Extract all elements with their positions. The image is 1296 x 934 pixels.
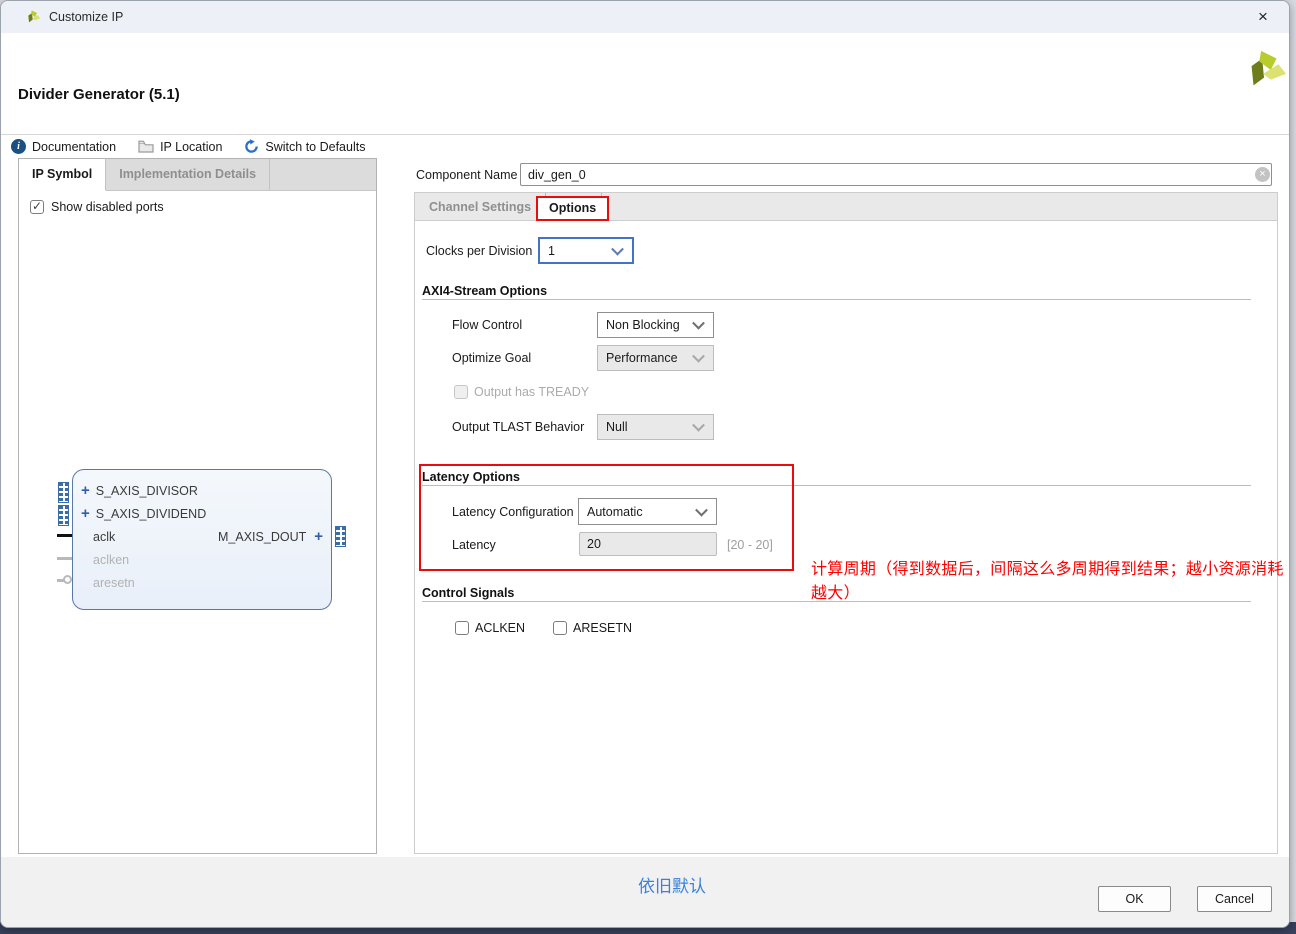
- show-disabled-ports-checkbox[interactable]: [30, 200, 44, 214]
- component-name-label: Component Name: [416, 168, 517, 182]
- output-tlast-behavior-select: Null: [597, 414, 714, 440]
- tab-implementation-details[interactable]: Implementation Details: [106, 159, 270, 190]
- output-tlast-behavior-label: Output TLAST Behavior: [452, 420, 584, 434]
- optimize-goal-select: Performance: [597, 345, 714, 371]
- chevron-down-icon: [692, 419, 705, 432]
- section-divider: [422, 601, 1251, 602]
- port-label: M_AXIS_DOUT: [218, 530, 306, 544]
- switch-to-defaults-label: Switch to Defaults: [265, 140, 365, 154]
- cancel-button[interactable]: Cancel: [1197, 886, 1272, 912]
- footer-annotation: 依旧默认: [638, 872, 706, 897]
- toolbar: i Documentation IP Location Switch to De…: [11, 139, 365, 154]
- axi4-section-title: AXI4-Stream Options: [422, 284, 547, 298]
- expand-icon[interactable]: +: [81, 504, 90, 524]
- tab-ip-symbol[interactable]: IP Symbol: [19, 159, 106, 191]
- control-signals-section-title: Control Signals: [422, 586, 514, 600]
- output-has-tready-row: Output has TREADY: [454, 385, 589, 399]
- show-disabled-ports-row: Show disabled ports: [30, 200, 164, 214]
- annotation-text-line1: 计算周期（得到数据后，间隔这么多周期得到结果；越小资源消耗: [811, 555, 1284, 579]
- port-row: aclken: [79, 549, 325, 571]
- documentation-button[interactable]: i Documentation: [11, 139, 116, 154]
- ok-button[interactable]: OK: [1098, 886, 1171, 912]
- aresetn-label: ARESETN: [573, 621, 632, 635]
- chevron-down-icon: [611, 242, 624, 255]
- expand-icon[interactable]: +: [81, 481, 90, 501]
- clear-icon[interactable]: ×: [1255, 167, 1270, 182]
- optimize-goal-value: Performance: [606, 351, 678, 365]
- ip-symbol-diagram: + S_AXIS_DIVISOR + S_AXIS_DIVIDEND aclk …: [55, 459, 365, 619]
- ip-location-label: IP Location: [160, 140, 222, 154]
- folder-icon: [138, 140, 154, 153]
- port-row: aresetn: [79, 572, 325, 594]
- port-row: M_AXIS_DOUT +: [79, 526, 325, 548]
- port-row: + S_AXIS_DIVISOR: [79, 480, 325, 502]
- dialog-header: Divider Generator (5.1) i Documentation …: [1, 33, 1289, 135]
- clocks-per-division-select[interactable]: 1: [538, 237, 634, 264]
- xilinx-logo-icon: [25, 9, 41, 25]
- aresetn-reset-icon: [57, 575, 72, 585]
- clock-port-icon: [57, 534, 72, 537]
- page-title: Divider Generator (5.1): [18, 86, 180, 103]
- aresetn-row: ARESETN: [553, 621, 632, 635]
- axi-bus-icon-divisor: [58, 482, 69, 503]
- port-label: S_AXIS_DIVIDEND: [96, 507, 206, 521]
- aclken-row: ACLKEN: [455, 621, 525, 635]
- component-name-input[interactable]: div_gen_0: [520, 163, 1272, 186]
- ip-block: + S_AXIS_DIVISOR + S_AXIS_DIVIDEND aclk …: [72, 469, 332, 610]
- tab-channel-settings[interactable]: Channel Settings: [415, 193, 546, 221]
- dialog-footer: 依旧默认 OK Cancel: [1, 857, 1289, 928]
- customize-ip-dialog: Customize IP × Divider Generator (5.1) i…: [0, 0, 1290, 928]
- port-label: S_AXIS_DIVISOR: [96, 484, 198, 498]
- clocks-per-division-label: Clocks per Division: [426, 244, 532, 258]
- flow-control-value: Non Blocking: [606, 318, 680, 332]
- documentation-label: Documentation: [32, 140, 116, 154]
- aclken-checkbox[interactable]: [455, 621, 469, 635]
- left-tab-strip: IP Symbol Implementation Details: [19, 159, 376, 191]
- section-divider: [422, 299, 1251, 300]
- optimize-goal-label: Optimize Goal: [452, 351, 531, 365]
- latency-highlight-annotation: [419, 464, 794, 571]
- title-bar: Customize IP ×: [1, 1, 1289, 34]
- component-name-value: div_gen_0: [528, 168, 586, 182]
- chevron-down-icon: [692, 317, 705, 330]
- expand-icon[interactable]: +: [314, 527, 323, 547]
- aclken-label: ACLKEN: [475, 621, 525, 635]
- output-tlast-behavior-value: Null: [606, 420, 628, 434]
- annotation-text-line2: 越大）: [811, 579, 860, 603]
- switch-to-defaults-button[interactable]: Switch to Defaults: [244, 139, 365, 154]
- ip-symbol-panel: IP Symbol Implementation Details Show di…: [18, 158, 377, 854]
- clocks-per-division-value: 1: [548, 244, 555, 258]
- xilinx-logo: [1242, 47, 1288, 93]
- chevron-down-icon: [692, 350, 705, 363]
- output-has-tready-label: Output has TREADY: [474, 385, 589, 399]
- port-label: aresetn: [93, 576, 135, 590]
- aclken-port-icon: [57, 557, 72, 560]
- flow-control-label: Flow Control: [452, 318, 522, 332]
- tab-options[interactable]: Options: [536, 196, 609, 221]
- axi-bus-icon-dividend: [58, 505, 69, 526]
- axi-bus-icon-dout: [335, 526, 346, 547]
- port-label: aclken: [93, 553, 129, 567]
- close-icon[interactable]: ×: [1251, 5, 1275, 29]
- port-row: + S_AXIS_DIVIDEND: [79, 503, 325, 525]
- info-icon: i: [11, 139, 26, 154]
- window-title: Customize IP: [49, 10, 123, 24]
- ip-location-button[interactable]: IP Location: [138, 140, 222, 154]
- aresetn-checkbox[interactable]: [553, 621, 567, 635]
- show-disabled-ports-label: Show disabled ports: [51, 200, 164, 214]
- output-has-tready-checkbox: [454, 385, 468, 399]
- flow-control-select[interactable]: Non Blocking: [597, 312, 714, 338]
- refresh-icon: [244, 139, 259, 154]
